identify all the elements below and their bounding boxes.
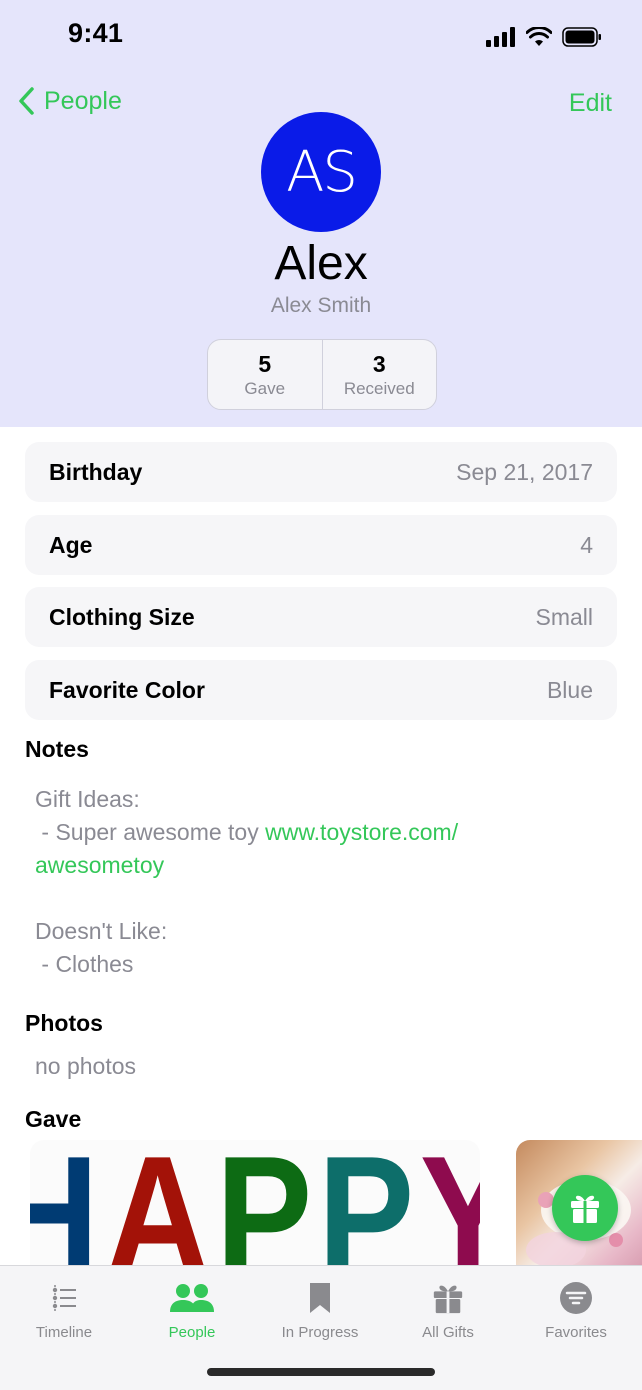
tab-in-progress[interactable]: In Progress — [256, 1266, 384, 1356]
avatar: AS — [261, 112, 381, 232]
photos-empty-text: no photos — [35, 1053, 137, 1079]
tab-people[interactable]: People — [128, 1266, 256, 1356]
stat-gave[interactable]: 5 Gave — [208, 340, 322, 409]
edit-button[interactable]: Edit — [569, 89, 612, 118]
tab-label: People — [168, 1324, 216, 1341]
person-name: Alex — [274, 237, 368, 290]
tab-label: Timeline — [35, 1324, 93, 1341]
back-button[interactable]: People — [16, 86, 122, 116]
detail-row-clothing-size: Clothing Size Small — [25, 587, 617, 647]
people-icon — [170, 1284, 214, 1312]
detail-value: Blue — [546, 676, 593, 703]
stat-gave-label: Gave — [244, 378, 286, 398]
status-icons — [486, 24, 602, 50]
detail-label: Age — [49, 531, 93, 558]
happy-letter: Y — [420, 1140, 480, 1265]
gift-icon — [571, 1195, 599, 1223]
photos-title: Photos — [25, 1010, 103, 1036]
tab-timeline[interactable]: Timeline — [0, 1266, 128, 1356]
detail-row-favorite-color: Favorite Color Blue — [25, 660, 617, 720]
notes-title: Notes — [25, 736, 89, 762]
tab-label: In Progress — [281, 1324, 359, 1341]
happy-letter: P — [318, 1140, 415, 1265]
detail-row-birthday: Birthday Sep 21, 2017 — [25, 442, 617, 502]
detail-value: Small — [535, 603, 593, 630]
add-gift-fab[interactable] — [552, 1175, 618, 1241]
gift-ideas-item: - Super awesome toy — [35, 819, 266, 845]
toystore-link[interactable]: www.toystore.com/ — [265, 819, 458, 845]
dislikes-item: - Clothes — [35, 951, 134, 977]
gift-icon — [433, 1285, 463, 1314]
tab-favorites[interactable]: Favorites — [512, 1266, 640, 1356]
status-time: 9:41 — [68, 18, 124, 48]
detail-value: Sep 21, 2017 — [456, 458, 593, 485]
gave-gift-card-happy[interactable]: H A P P Y — [30, 1140, 480, 1265]
toystore-link-continued[interactable]: awesometoy — [35, 849, 595, 882]
dislikes-heading: Doesn't Like: — [35, 918, 168, 944]
tab-label: Favorites — [545, 1324, 607, 1341]
gift-ideas-heading: Gift Ideas: — [35, 786, 140, 812]
stat-received-label: Received — [343, 378, 415, 398]
bookmark-icon — [310, 1283, 330, 1313]
detail-label: Favorite Color — [49, 676, 205, 703]
happy-letter: A — [105, 1140, 210, 1265]
stat-gave-count: 5 — [258, 350, 272, 377]
gift-stats: 5 Gave 3 Received — [207, 339, 437, 410]
chevron-left-icon — [19, 87, 34, 115]
gave-title: Gave — [25, 1106, 82, 1132]
tab-label: All Gifts — [422, 1324, 474, 1341]
tab-all-gifts[interactable]: All Gifts — [384, 1266, 512, 1356]
notes-body: Gift Ideas: - Super awesome toy www.toys… — [35, 783, 595, 981]
gift-ideas-line: - Super awesome toy www.toystore.com/ — [35, 816, 595, 849]
timeline-icon — [52, 1285, 76, 1311]
stat-received-count: 3 — [372, 350, 386, 377]
back-button-label: People — [44, 86, 122, 115]
cellular-signal-icon — [486, 27, 515, 47]
detail-row-age: Age 4 — [25, 515, 617, 575]
happy-letter: P — [216, 1140, 313, 1265]
battery-icon — [562, 27, 601, 47]
detail-value: 4 — [580, 531, 593, 558]
filter-icon — [560, 1282, 592, 1314]
stat-received[interactable]: 3 Received — [321, 340, 437, 409]
person-full-name: Alex Smith — [270, 294, 372, 317]
detail-label: Clothing Size — [49, 603, 195, 630]
home-indicator — [207, 1368, 435, 1376]
happy-letter: H — [30, 1140, 98, 1265]
detail-label: Birthday — [49, 458, 143, 485]
wifi-icon — [526, 27, 552, 46]
